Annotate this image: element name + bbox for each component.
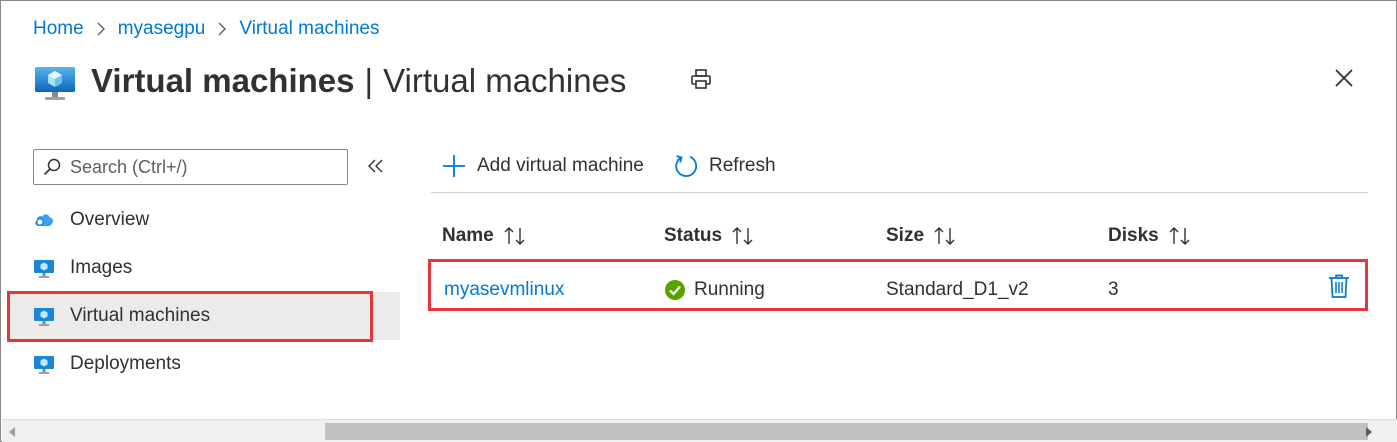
sidebar-item-overview[interactable]: Overview <box>7 196 400 244</box>
scroll-left-icon[interactable] <box>6 426 18 438</box>
scrollbar-thumb[interactable] <box>325 423 1368 440</box>
sort-icon <box>934 227 955 245</box>
page-header: Virtual machines | Virtual machines <box>33 59 626 103</box>
title-separator: | <box>364 62 374 99</box>
breadcrumb-home[interactable]: Home <box>33 18 84 40</box>
add-virtual-machine-label: Add virtual machine <box>477 155 644 176</box>
search-box[interactable] <box>33 149 348 185</box>
sort-icon <box>504 227 525 245</box>
column-header-status[interactable]: Status <box>664 223 756 249</box>
virtual-machine-icon <box>35 67 75 100</box>
sidebar-item-label: Overview <box>70 209 150 230</box>
breadcrumb: Home myasegpu Virtual machines <box>33 17 379 41</box>
vm-name-link[interactable]: myasevmlinux <box>444 278 564 302</box>
check-circle-icon <box>665 280 685 300</box>
command-bar: Add virtual machine Refresh <box>431 141 1368 193</box>
vm-disks: 3 <box>1108 279 1119 300</box>
sidebar-item-images[interactable]: Images <box>7 244 400 292</box>
refresh-button[interactable]: Refresh <box>673 151 776 181</box>
trash-icon[interactable] <box>1327 273 1351 299</box>
column-header-disks[interactable]: Disks <box>1108 223 1193 249</box>
page-title: Virtual machines <box>91 62 355 99</box>
vm-status: Running <box>664 278 765 302</box>
refresh-label: Refresh <box>709 155 776 176</box>
breadcrumb-current[interactable]: Virtual machines <box>239 18 379 40</box>
cloud-icon <box>35 214 54 226</box>
close-icon[interactable] <box>1331 65 1357 91</box>
sidebar-item-label: Virtual machines <box>70 305 211 326</box>
monitor-icon <box>34 356 54 374</box>
monitor-icon <box>34 308 54 326</box>
print-icon[interactable] <box>689 67 713 91</box>
search-icon <box>43 158 61 176</box>
plus-icon <box>443 155 465 177</box>
search-input[interactable] <box>70 156 330 178</box>
chevron-right-icon <box>217 21 227 37</box>
sidebar-item-virtual-machines[interactable]: Virtual machines <box>7 292 400 340</box>
sidebar-item-deployments[interactable]: Deployments <box>7 340 400 388</box>
sidebar-item-label: Images <box>70 257 133 278</box>
column-header-label: Status <box>664 225 723 246</box>
blade-frame: Home myasegpu Virtual machines Virtual m… <box>0 0 1397 442</box>
column-header-label: Size <box>886 225 925 246</box>
chevron-right-icon <box>96 21 106 37</box>
vm-size: Standard_D1_v2 <box>886 279 1029 300</box>
column-header-size[interactable]: Size <box>886 223 958 249</box>
column-header-name[interactable]: Name <box>442 223 528 249</box>
column-header-label: Name <box>442 225 494 246</box>
vm-status-label: Running <box>694 279 765 300</box>
double-chevron-left-icon[interactable] <box>365 155 387 177</box>
refresh-icon <box>675 155 698 177</box>
sort-icon <box>1169 227 1190 245</box>
add-virtual-machine-button[interactable]: Add virtual machine <box>441 151 644 181</box>
sidebar-item-label: Deployments <box>70 353 181 374</box>
column-header-label: Disks <box>1108 225 1159 246</box>
scroll-right-icon[interactable] <box>1363 426 1375 438</box>
monitor-icon <box>34 260 54 278</box>
page-subtitle: Virtual machines <box>383 62 627 99</box>
breadcrumb-resource[interactable]: myasegpu <box>118 18 206 40</box>
sort-icon <box>732 227 753 245</box>
horizontal-scrollbar[interactable] <box>2 419 1397 442</box>
